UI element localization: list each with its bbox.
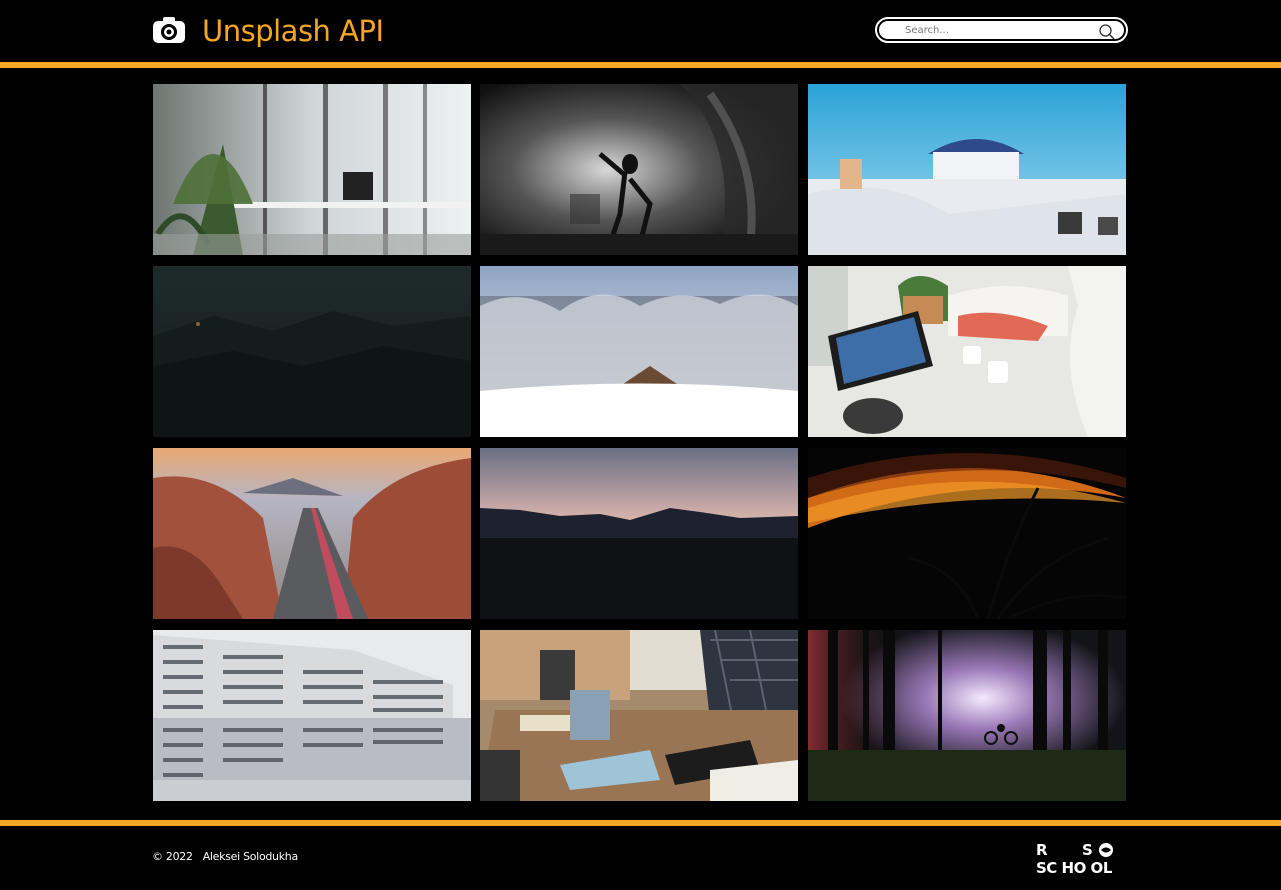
photo-foggy-forest-cyclist[interactable] (808, 630, 1126, 801)
copyright: © 2022 Aleksei Solodukha (152, 850, 308, 863)
app-title: Unsplash API (202, 14, 384, 48)
search-field-wrapper (879, 21, 1124, 41)
photo-snowy-forest-cabin[interactable] (480, 266, 798, 437)
header-accent-bar (0, 62, 1281, 68)
search-icon[interactable] (1098, 23, 1116, 41)
photo-gallery (153, 84, 1126, 801)
svg-text:SC HO OL: SC HO OL (1036, 859, 1113, 876)
svg-text:S: S (1082, 841, 1093, 859)
photo-white-church-dome[interactable] (808, 84, 1126, 255)
photo-red-rock-canyon-road[interactable] (153, 448, 471, 619)
author-link[interactable]: Aleksei Solodukha (203, 850, 299, 863)
footer: © 2022 Aleksei Solodukha R S SC HO OL (0, 826, 1281, 890)
header: Unsplash API (0, 0, 1281, 62)
photo-dancer-studio[interactable] (480, 84, 798, 255)
photo-white-building-reflection[interactable] (153, 630, 471, 801)
camera-icon (153, 17, 185, 43)
search-input[interactable] (879, 21, 1094, 39)
search-box (875, 17, 1128, 43)
photo-dark-mountains[interactable] (153, 266, 471, 437)
photo-tablet-tea-table[interactable] (808, 266, 1126, 437)
photo-dusk-mountain-silhouette[interactable] (480, 448, 798, 619)
photo-office-interior[interactable] (153, 84, 471, 255)
rs-school-logo[interactable]: R S SC HO OL (1036, 840, 1130, 876)
svg-text:R: R (1036, 841, 1048, 859)
copyright-year: © 2022 (152, 850, 193, 863)
photo-orange-glow-plant[interactable] (808, 448, 1126, 619)
photo-architect-desk[interactable] (480, 630, 798, 801)
